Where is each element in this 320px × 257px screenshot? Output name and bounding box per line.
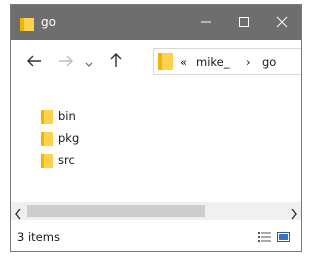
status-bar: 3 items (11, 221, 301, 251)
folder-icon (20, 16, 34, 35)
close-icon (276, 13, 288, 32)
folder-icon (158, 53, 173, 73)
minimize-icon (200, 13, 212, 32)
maximize-button[interactable] (225, 5, 263, 40)
minimize-button[interactable] (187, 5, 225, 40)
forward-button[interactable] (57, 53, 75, 71)
title-bar[interactable]: go (11, 5, 301, 40)
breadcrumb-mike[interactable]: mike_ (196, 55, 229, 69)
file-list: bin pkg src (11, 84, 301, 202)
maximize-icon (238, 13, 250, 32)
address-overflow[interactable]: « (180, 55, 187, 69)
up-button[interactable] (107, 53, 125, 71)
folder-icon (41, 154, 53, 171)
recent-locations-button[interactable] (83, 53, 95, 71)
folder-icon (41, 132, 53, 149)
list-item-label: bin (58, 109, 76, 123)
list-item-label: src (58, 153, 75, 167)
arrow-right-icon (58, 53, 74, 72)
breadcrumb-separator: › (246, 55, 251, 69)
arrow-left-icon (26, 53, 42, 72)
scrollbar-thumb[interactable] (27, 205, 205, 217)
address-bar[interactable]: « mike_ › go (153, 48, 301, 75)
item-count: 3 items (17, 230, 60, 244)
list-item-label: pkg (58, 131, 80, 145)
chevron-down-icon (85, 53, 93, 72)
close-button[interactable] (263, 5, 301, 40)
breadcrumb-go[interactable]: go (262, 55, 276, 69)
folder-icon (41, 110, 53, 127)
details-view-icon[interactable] (258, 231, 271, 246)
arrow-up-icon (109, 52, 123, 72)
back-button[interactable] (25, 53, 43, 71)
navigation-bar: « mike_ › go (11, 40, 301, 84)
explorer-window: go « mike_ › go bin pkg src 3 items (10, 4, 302, 252)
large-icons-view-icon[interactable] (277, 231, 290, 246)
horizontal-scrollbar[interactable] (11, 202, 301, 220)
window-title: go (41, 15, 56, 29)
